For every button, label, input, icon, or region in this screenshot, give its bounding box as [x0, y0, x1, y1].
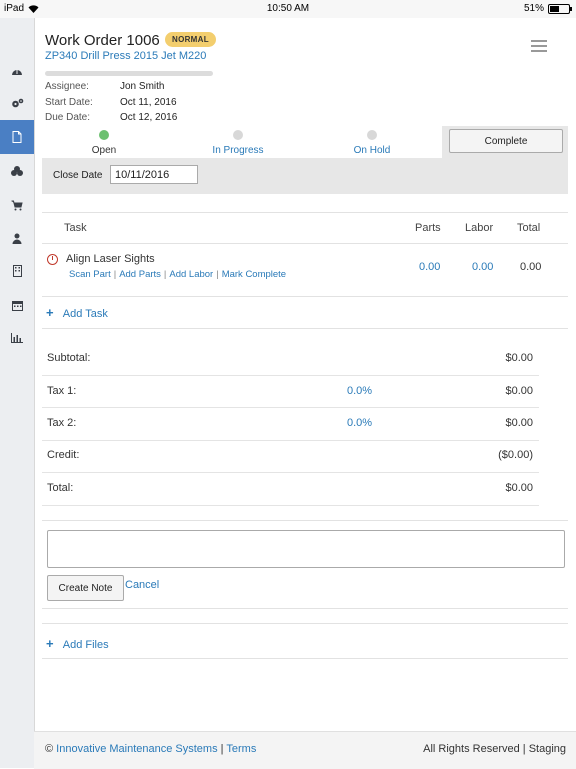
- progress-bar: [45, 71, 213, 76]
- task-header: Task: [64, 222, 87, 234]
- user-icon[interactable]: [0, 223, 34, 253]
- divider: [42, 407, 539, 408]
- divider: [42, 212, 568, 213]
- plus-icon: +: [46, 636, 54, 651]
- credit-value[interactable]: ($0.00): [498, 449, 533, 461]
- divider: [42, 328, 568, 329]
- scan-part-link[interactable]: Scan Part: [69, 269, 111, 280]
- total-header: Total: [517, 222, 541, 234]
- start-date-value: Oct 11, 2016: [120, 97, 177, 108]
- task-actions: Scan Part | Add Parts | Add Labor | Mark Compl…: [69, 269, 287, 280]
- dashboard-icon[interactable]: [0, 56, 34, 86]
- bar-chart-icon[interactable]: [0, 323, 34, 353]
- task-name[interactable]: Align Laser Sights: [66, 253, 155, 265]
- add-task-label: Add Task: [62, 308, 108, 320]
- wifi-icon: [28, 4, 39, 13]
- assignee-link[interactable]: Jon Smith: [120, 81, 164, 92]
- assignee-label: Assignee:: [45, 81, 89, 92]
- priority-badge: NORMAL: [165, 32, 216, 47]
- asset-link[interactable]: ZP340 Drill Press 2015 Jet M220: [45, 50, 206, 62]
- task-labor-value[interactable]: 0.00: [472, 261, 493, 273]
- battery-icon: [548, 3, 572, 14]
- tax1-value: $0.00: [505, 385, 533, 397]
- mark-complete-link[interactable]: Mark Complete: [222, 269, 286, 280]
- divider: [42, 505, 539, 506]
- create-note-button[interactable]: Create Note: [47, 575, 124, 601]
- add-task-button[interactable]: + Add Task: [46, 305, 108, 320]
- labor-header: Labor: [465, 222, 494, 234]
- task-parts-value[interactable]: 0.00: [419, 261, 440, 273]
- tax1-rate[interactable]: 0.0%: [347, 385, 372, 397]
- task-total-value: 0.00: [520, 261, 542, 273]
- gears-icon[interactable]: [0, 88, 34, 118]
- calendar-icon[interactable]: [0, 290, 34, 320]
- add-parts-link[interactable]: Add Parts: [119, 269, 161, 280]
- status-bar: 10:50 AM iPad 51%: [0, 0, 576, 18]
- due-date-label: Due Date:: [45, 112, 91, 123]
- hamburger-menu-icon[interactable]: [531, 40, 547, 54]
- document-icon[interactable]: [0, 120, 34, 154]
- complete-button[interactable]: Complete: [449, 129, 563, 153]
- divider: [42, 608, 568, 609]
- copyright-symbol: ©: [45, 743, 54, 755]
- divider: [42, 440, 539, 441]
- stage-open-dot[interactable]: [99, 130, 109, 140]
- parts-header: Parts: [415, 222, 441, 234]
- cart-icon[interactable]: [0, 190, 34, 220]
- add-files-button[interactable]: + Add Files: [46, 636, 109, 651]
- footer-rights: All Rights Reserved | Staging: [423, 743, 566, 755]
- stage-on-hold-dot[interactable]: [367, 130, 377, 140]
- close-date-input[interactable]: [110, 165, 198, 184]
- tax2-label: Tax 2:: [47, 417, 77, 429]
- page-title: Work Order 1006: [45, 32, 160, 49]
- building-icon[interactable]: [0, 256, 34, 286]
- divider: [42, 623, 568, 624]
- plus-icon: +: [46, 305, 54, 320]
- divider: [42, 520, 568, 521]
- company-link[interactable]: Innovative Maintenance Systems: [56, 743, 217, 755]
- divider: [42, 296, 568, 297]
- divider: [42, 658, 568, 659]
- sidebar: [0, 18, 35, 768]
- note-textarea[interactable]: [47, 530, 565, 568]
- tax2-value: $0.00: [505, 417, 533, 429]
- subtotal-value: $0.00: [505, 352, 533, 364]
- stage-on-hold[interactable]: On Hold: [322, 145, 422, 156]
- battery-percent: 51%: [523, 3, 544, 14]
- divider: [42, 472, 539, 473]
- status-time: 10:50 AM: [266, 3, 310, 14]
- subtotal-label: Subtotal:: [47, 352, 91, 364]
- tax1-label: Tax 1:: [47, 385, 77, 397]
- total-value: $0.00: [505, 482, 533, 494]
- alert-circle-icon: [47, 254, 58, 265]
- add-files-label: Add Files: [62, 639, 109, 651]
- tax2-rate[interactable]: 0.0%: [347, 417, 372, 429]
- stage-in-progress[interactable]: In Progress: [188, 145, 288, 156]
- stage-open[interactable]: Open: [54, 145, 154, 156]
- total-label: Total:: [47, 482, 74, 494]
- start-date-label: Start Date:: [45, 97, 93, 108]
- cancel-link[interactable]: Cancel: [125, 579, 159, 591]
- divider: [42, 375, 539, 376]
- stage-in-progress-dot[interactable]: [233, 130, 243, 140]
- add-labor-link[interactable]: Add Labor: [169, 269, 213, 280]
- divider: [42, 243, 568, 244]
- terms-link[interactable]: Terms: [226, 743, 256, 755]
- parts-icon[interactable]: [0, 156, 34, 186]
- footer-left: © Innovative Maintenance Systems | Terms: [45, 743, 256, 755]
- close-date-label: Close Date: [53, 170, 103, 181]
- footer-separator: |: [220, 743, 224, 755]
- device-label: iPad: [4, 3, 25, 14]
- credit-label: Credit:: [47, 449, 80, 461]
- due-date-value: Oct 12, 2016: [120, 112, 178, 123]
